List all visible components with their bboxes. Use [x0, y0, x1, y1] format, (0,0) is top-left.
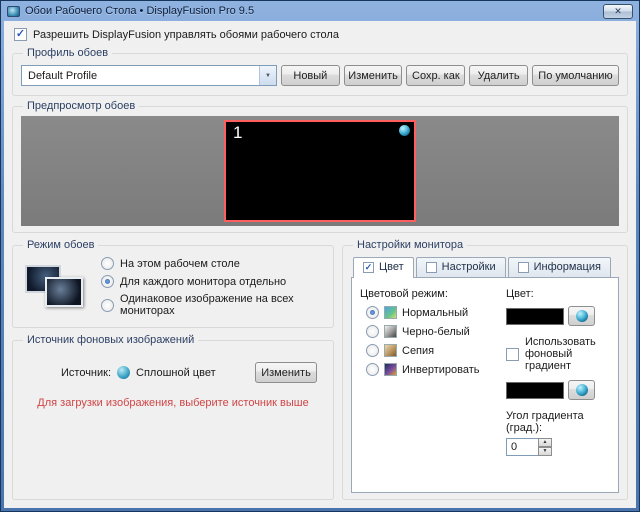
solid-color-icon — [117, 366, 130, 379]
color-mode-normal[interactable]: Нормальный — [366, 306, 492, 319]
tab-label: Цвет — [379, 261, 404, 273]
new-profile-button[interactable]: Новый — [281, 65, 340, 86]
mode-option-same-image[interactable]: Одинаковое изображение на всех мониторах — [101, 293, 325, 317]
change-source-button[interactable]: Изменить — [255, 362, 317, 383]
delete-profile-button[interactable]: Удалить — [469, 65, 528, 86]
tab-checkbox-icon: ✓ — [363, 262, 374, 273]
gradient-angle-stepper[interactable]: 0 ▲ ▼ — [506, 438, 552, 456]
window-title: Обои Рабочего Стола • DisplayFusion Pro … — [25, 5, 598, 17]
color-mode-option-label: Инвертировать — [402, 364, 479, 376]
radio-icon[interactable] — [101, 257, 114, 270]
monitor-settings-group: Настройки монитора ✓ Цвет Настройки — [342, 239, 628, 500]
settings-group-label: Настройки монитора — [353, 239, 467, 251]
radio-icon[interactable] — [101, 275, 114, 288]
source-group-label: Источник фоновых изображений — [23, 334, 198, 346]
titlebar: Обои Рабочего Стола • DisplayFusion Pro … — [4, 1, 636, 21]
checkbox-icon[interactable] — [506, 348, 519, 361]
wallpaper-window: Обои Рабочего Стола • DisplayFusion Pro … — [0, 0, 640, 512]
pick-color-button[interactable] — [568, 306, 595, 326]
source-hint: Для загрузки изображения, выберите источ… — [21, 397, 325, 409]
tab-checkbox-icon — [426, 262, 437, 273]
radio-icon[interactable] — [366, 344, 379, 357]
tab-information[interactable]: Информация — [508, 257, 611, 277]
use-gradient-label: Использовать фоновый градиент — [525, 336, 610, 372]
profile-group: Профиль обоев Default Profile ▼ Новый Из… — [12, 47, 628, 96]
source-value: Сплошной цвет — [136, 367, 216, 379]
color-label: Цвет: — [506, 288, 610, 300]
spin-down-icon[interactable]: ▼ — [538, 447, 552, 456]
pick-gradient-color-button[interactable] — [568, 380, 595, 400]
profile-group-label: Профиль обоев — [23, 47, 112, 59]
profile-combo-value: Default Profile — [28, 70, 97, 82]
background-color-swatch[interactable] — [506, 308, 564, 325]
use-gradient-checkbox[interactable]: Использовать фоновый градиент — [506, 336, 610, 372]
enable-displayfusion-checkbox[interactable]: ✓ Разрешить DisplayFusion управлять обоя… — [14, 28, 628, 41]
radio-icon[interactable] — [366, 306, 379, 319]
tab-settings[interactable]: Настройки — [416, 257, 506, 277]
close-icon[interactable]: ✕ — [603, 4, 633, 19]
color-mode-grayscale[interactable]: Черно-белый — [366, 325, 492, 338]
gradient-angle-label: Угол градиента (град.): — [506, 410, 610, 434]
source-label: Источник: — [61, 367, 111, 379]
spin-up-icon[interactable]: ▲ — [538, 438, 552, 447]
preview-area: 1 — [21, 116, 619, 226]
radio-icon[interactable] — [101, 299, 114, 312]
default-profile-button[interactable]: По умолчанию — [532, 65, 619, 86]
tab-color[interactable]: ✓ Цвет — [353, 257, 414, 278]
monitor-preview[interactable]: 1 — [224, 120, 416, 222]
checkbox-icon[interactable]: ✓ — [14, 28, 27, 41]
color-mode-invert[interactable]: Инвертировать — [366, 363, 492, 376]
mode-option-per-monitor[interactable]: Для каждого монитора отдельно — [101, 275, 325, 288]
preview-group: Предпросмотр обоев 1 — [12, 100, 628, 233]
save-as-profile-button[interactable]: Сохр. как — [406, 65, 465, 86]
color-mode-option-label: Черно-белый — [402, 326, 470, 338]
mode-option-this-desktop[interactable]: На этом рабочем столе — [101, 257, 325, 270]
preview-group-label: Предпросмотр обоев — [23, 100, 139, 112]
color-tab-panel: Цветовой режим: Нормальный Черно-белый — [351, 277, 619, 493]
tab-label: Информация — [534, 261, 601, 273]
tab-checkbox-icon — [518, 262, 529, 273]
gradient-angle-value[interactable]: 0 — [506, 438, 538, 456]
color-mode-option-label: Нормальный — [402, 307, 468, 319]
profile-combo[interactable]: Default Profile ▼ — [21, 65, 277, 86]
radio-icon[interactable] — [366, 363, 379, 376]
grayscale-mode-icon — [384, 325, 397, 338]
image-source-group: Источник фоновых изображений Источник: С… — [12, 334, 334, 500]
normal-mode-icon — [384, 306, 397, 319]
monitors-illustration-icon — [25, 263, 85, 311]
displayfusion-icon — [576, 310, 588, 322]
chevron-down-icon[interactable]: ▼ — [259, 66, 276, 85]
radio-icon[interactable] — [366, 325, 379, 338]
window-content: ✓ Разрешить DisplayFusion управлять обоя… — [4, 21, 636, 508]
check-icon: ✓ — [365, 263, 373, 272]
enable-checkbox-label: Разрешить DisplayFusion управлять обоями… — [33, 29, 339, 41]
check-icon: ✓ — [16, 29, 25, 40]
mode-option-label: Одинаковое изображение на всех мониторах — [120, 293, 325, 317]
color-mode-sepia[interactable]: Сепия — [366, 344, 492, 357]
gradient-color-swatch[interactable] — [506, 382, 564, 399]
color-mode-option-label: Сепия — [402, 345, 434, 357]
displayfusion-icon — [399, 125, 410, 136]
mode-group-label: Режим обоев — [23, 239, 98, 251]
app-icon — [7, 6, 20, 17]
tab-label: Настройки — [442, 261, 496, 273]
edit-profile-button[interactable]: Изменить — [344, 65, 403, 86]
monitor-number: 1 — [233, 123, 242, 143]
settings-tabs: ✓ Цвет Настройки Информация — [353, 257, 619, 277]
wallpaper-mode-group: Режим обоев На этом рабочем столе — [12, 239, 334, 328]
invert-mode-icon — [384, 363, 397, 376]
color-mode-label: Цветовой режим: — [360, 288, 492, 300]
mode-option-label: На этом рабочем столе — [120, 258, 240, 270]
sepia-mode-icon — [384, 344, 397, 357]
mode-option-label: Для каждого монитора отдельно — [120, 276, 286, 288]
displayfusion-icon — [576, 384, 588, 396]
